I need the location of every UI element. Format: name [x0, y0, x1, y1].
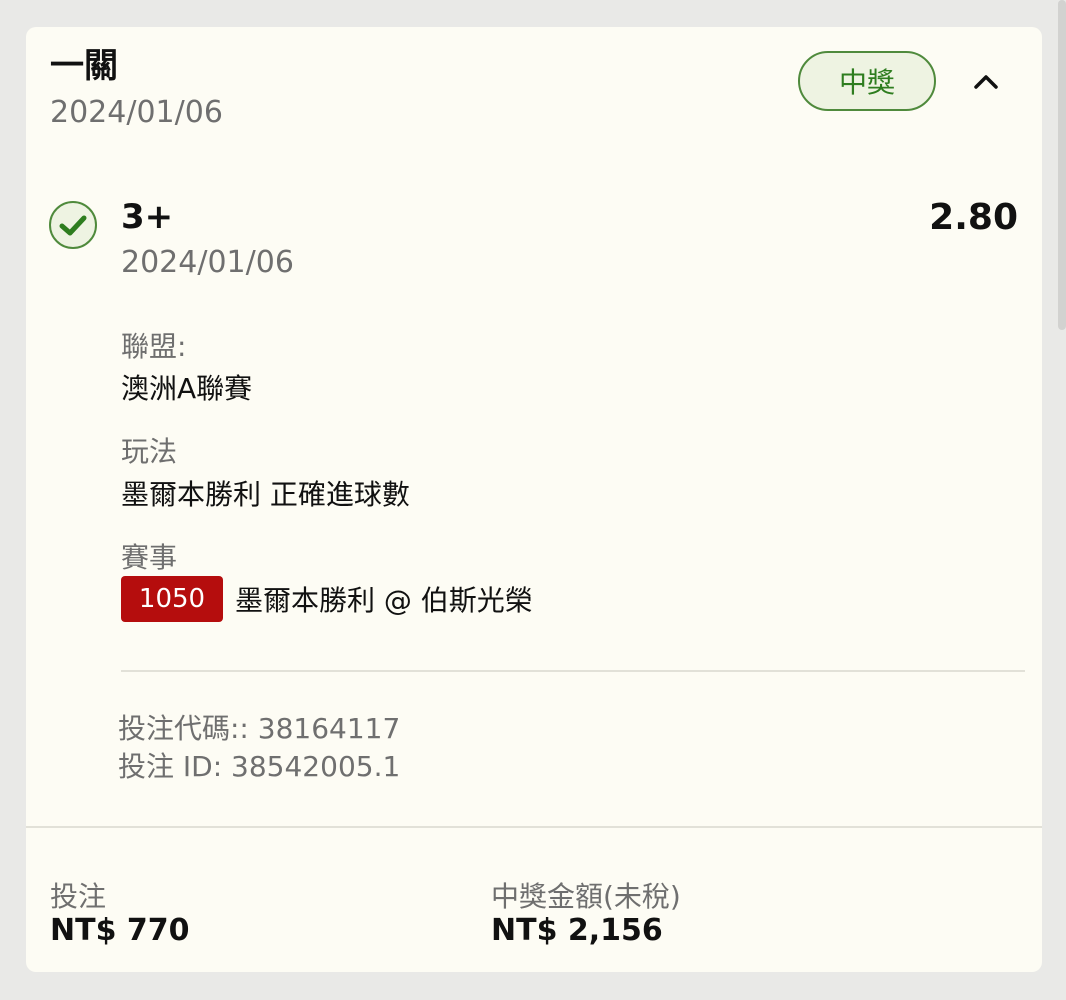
collapse-button[interactable]: [966, 63, 1006, 99]
payout-label: 中獎金額(未稅): [491, 880, 681, 913]
payout-amount: NT$ 2,156: [491, 913, 663, 948]
play-label: 玩法: [121, 435, 178, 468]
status-badge: 中獎: [798, 51, 936, 111]
event-label: 賽事: [121, 541, 178, 574]
chevron-up-icon: [974, 75, 998, 89]
event-id-tag: 1050: [121, 576, 223, 622]
stake-label: 投注: [50, 880, 107, 913]
stake-amount: NT$ 770: [50, 913, 190, 948]
bet-id: 投注 ID: 38542005.1: [118, 750, 401, 783]
scrollbar[interactable]: [1058, 0, 1066, 330]
selection-name: 3+: [121, 197, 174, 237]
bet-date: 2024/01/06: [50, 95, 223, 130]
footer-divider: [26, 826, 1042, 828]
bet-code: 投注代碼:: 38164117: [118, 712, 401, 745]
check-circle-icon: [49, 201, 97, 249]
odds-value: 2.80: [929, 197, 1018, 238]
event-row: 1050 墨爾本勝利 @ 伯斯光榮: [121, 576, 533, 622]
divider: [121, 670, 1025, 672]
league-label: 聯盟:: [121, 330, 187, 363]
selection-date: 2024/01/06: [121, 245, 294, 280]
bet-type-title: 一關: [50, 46, 118, 86]
bet-card: 一關 2024/01/06 中獎 3+ 2.80 2024/01/06 聯盟: …: [26, 27, 1042, 972]
league-value: 澳洲A聯賽: [121, 372, 253, 405]
play-value: 墨爾本勝利 正確進球數: [121, 478, 410, 511]
event-name: 墨爾本勝利 @ 伯斯光榮: [235, 584, 533, 617]
